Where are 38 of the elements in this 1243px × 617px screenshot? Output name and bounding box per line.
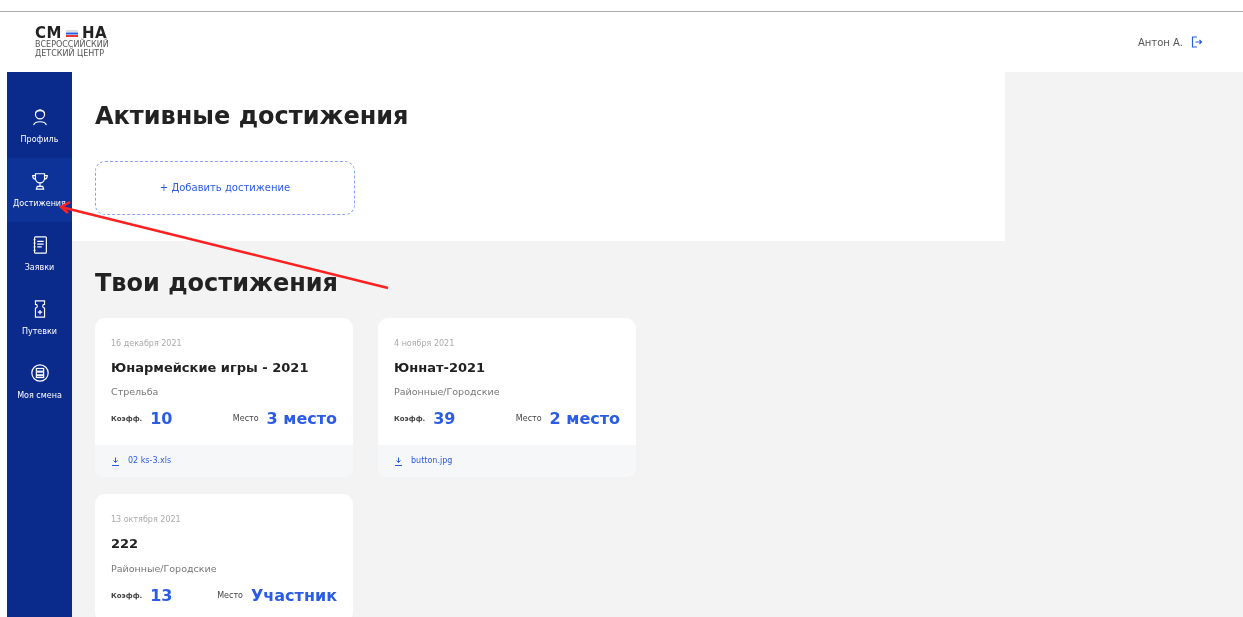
sidebar-item[interactable]: Моя смена [7, 350, 72, 414]
place-label: Место [217, 590, 243, 603]
place-value: Участник [251, 585, 337, 608]
sidebar-item[interactable]: Профиль [7, 94, 72, 158]
section-title: Твои достижения [95, 268, 339, 298]
card-category: Районные/Городские [394, 385, 501, 400]
card-title: Юнармейские игры - 2021 [111, 358, 310, 377]
place-value: 3 место [266, 408, 337, 431]
coef-value: 13 [150, 585, 173, 608]
logo-subtitle: ДЕТСКИЙ ЦЕНТР [35, 49, 104, 59]
sidebar-item[interactable]: Путевки [7, 286, 72, 350]
database-icon [29, 362, 50, 384]
place-label: Место [515, 413, 542, 426]
sidebar-item[interactable]: Заявки [7, 222, 72, 286]
card-category: Районные/Городские [111, 561, 218, 576]
add-achievement-button[interactable]: + Добавить достижение [95, 160, 355, 215]
place-value: 2 место [549, 408, 620, 431]
section-title: Активные достижения [95, 102, 410, 131]
user-name[interactable]: Антон А. [1137, 34, 1183, 50]
logo-text: СМ [35, 25, 62, 41]
card-date: 4 ноября 2021 [394, 337, 456, 350]
flag-icon [65, 29, 78, 37]
card-category: Стрельба [111, 385, 160, 400]
coef-value: 39 [433, 408, 456, 431]
download-icon[interactable] [111, 456, 120, 466]
card-title: 222 [111, 535, 140, 554]
logout-icon[interactable] [1191, 36, 1203, 48]
sidebar-item[interactable]: Достижения [7, 158, 72, 222]
file-link[interactable]: button.jpg [411, 455, 453, 468]
file-link[interactable]: 02 ks-3.xls [128, 455, 172, 468]
card-title: Юннат-2021 [394, 358, 487, 377]
card-date: 13 октября 2021 [111, 514, 182, 527]
place-label: Место [232, 413, 259, 426]
trophy-icon [29, 170, 50, 192]
logo-subtitle: ВСЕРОССИЙСКИЙ [35, 40, 109, 49]
coef-value: 10 [150, 408, 173, 431]
card-date: 16 декабря 2021 [111, 337, 183, 350]
download-icon[interactable] [394, 456, 403, 466]
